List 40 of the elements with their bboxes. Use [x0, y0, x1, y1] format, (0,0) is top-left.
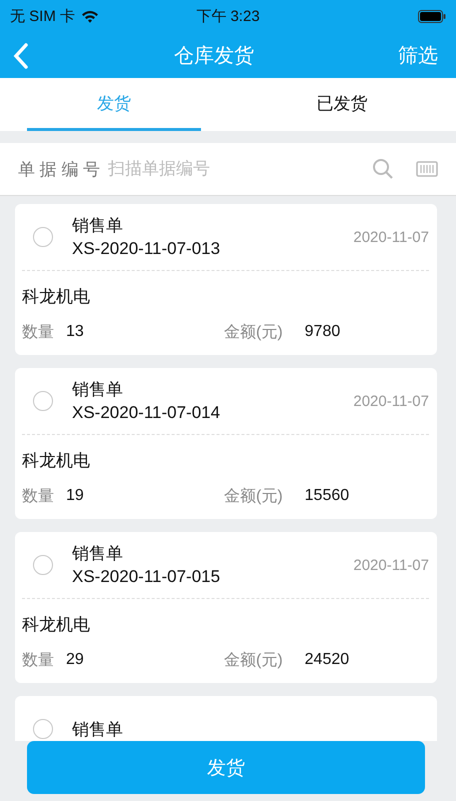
quantity-value: 13: [66, 323, 85, 341]
quantity-label: 数量: [22, 322, 54, 342]
radio-button[interactable]: [33, 391, 53, 411]
quantity-value: 29: [66, 651, 85, 669]
amount-label: 金额(元): [224, 486, 283, 506]
filter-button[interactable]: 筛选: [398, 42, 438, 69]
order-date: 2020-11-07: [353, 392, 429, 410]
order-number: XS-2020-11-07-014: [72, 402, 222, 424]
amount-value: 15560: [304, 487, 350, 505]
amount-label: 金额(元): [224, 650, 283, 670]
amount-value: 24520: [304, 651, 350, 669]
order-type: 销售单: [72, 543, 124, 565]
quantity-label: 数量: [22, 650, 54, 670]
order-type: 销售单: [72, 379, 124, 401]
radio-button[interactable]: [33, 555, 53, 575]
battery-icon: [418, 10, 446, 23]
customer-name: 科龙机电: [22, 614, 91, 636]
amount-label: 金额(元): [224, 322, 283, 342]
amount-value: 9780: [304, 323, 340, 341]
ship-button[interactable]: 发货: [27, 741, 425, 794]
carrier-text: 无 SIM 卡: [10, 7, 76, 26]
order-type: 销售单: [72, 718, 124, 740]
quantity-label: 数量: [22, 486, 54, 506]
radio-button[interactable]: [33, 227, 53, 247]
order-number: XS-2020-11-07-015: [72, 566, 222, 588]
page-title: 仓库发货: [173, 44, 255, 69]
quantity-value: 19: [66, 487, 85, 505]
wifi-icon: [81, 10, 100, 23]
back-icon[interactable]: [12, 42, 30, 70]
field-label: 单 据 编 号: [18, 158, 100, 180]
radio-button[interactable]: [33, 719, 53, 739]
barcode-scanner-icon[interactable]: [416, 161, 438, 177]
customer-name: 科龙机电: [22, 286, 91, 308]
order-date: 2020-11-07: [353, 556, 429, 574]
order-number: XS-2020-11-07-013: [72, 238, 222, 260]
order-type: 销售单: [72, 215, 124, 237]
order-date: 2020-11-07: [353, 228, 429, 246]
status-time: 下午 3:23: [195, 7, 261, 26]
customer-name: 科龙机电: [22, 450, 91, 472]
search-icon[interactable]: [372, 158, 394, 180]
